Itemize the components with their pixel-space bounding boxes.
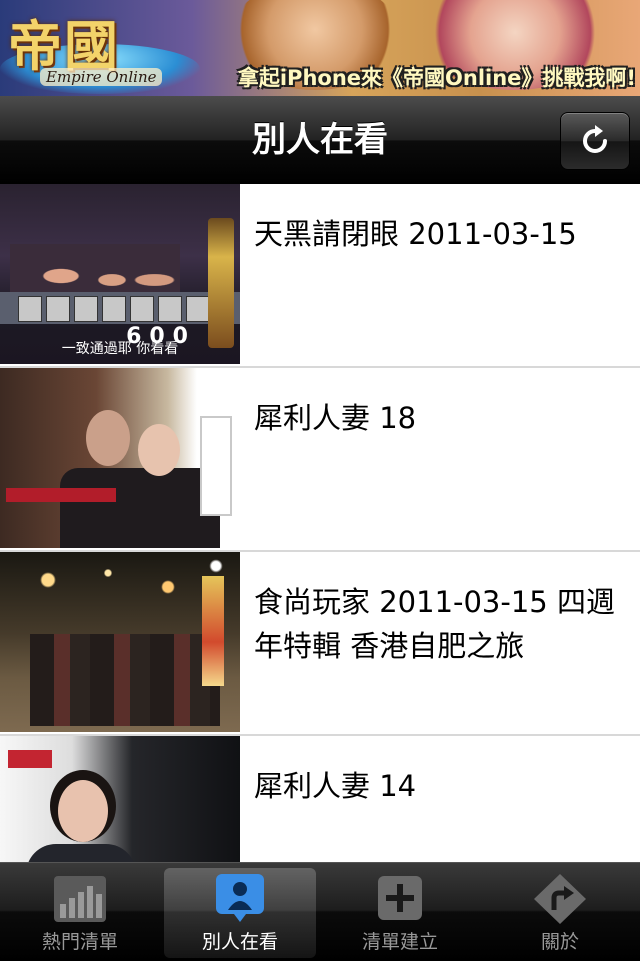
thumbnail-figure [26, 844, 136, 862]
ad-caption: 拿起iPhone來《帝國Online》挑戰我啊! [237, 66, 636, 90]
thumbnail-badge [208, 218, 234, 348]
thumbnail-figure [30, 634, 220, 726]
plus-icon [378, 876, 422, 920]
thumbnail-figure [60, 468, 220, 548]
list-item-title: 食尚玩家 2011-03-15 四週年特輯 香港自肥之旅 [254, 585, 615, 663]
tab-label: 熱門清單 [41, 931, 118, 953]
ad-logo-subtitle: Empire Online [40, 68, 163, 86]
list-item[interactable]: 犀利人妻 18 [0, 368, 640, 552]
person-icon [216, 874, 264, 922]
tab-bar: 熱門清單 別人在看 清單建立 關於 [0, 862, 640, 961]
list-item-title: 犀利人妻 14 [254, 769, 417, 803]
list-item[interactable]: 犀利人妻 14 [0, 736, 640, 862]
list-item[interactable]: 600 一致通過耶 你看看 天黑請閉眼 2011-03-15 [0, 184, 640, 368]
tab-label: 關於 [540, 931, 579, 953]
list-item[interactable]: 食尚玩家 2011-03-15 四週年特輯 香港自肥之旅 [0, 552, 640, 736]
tab-others-watching[interactable]: 別人在看 [164, 868, 316, 958]
video-thumbnail [0, 552, 240, 732]
turn-arrow-icon [534, 874, 586, 924]
refresh-icon [583, 125, 607, 153]
thumbnail-figure [86, 410, 130, 466]
tab-label: 別人在看 [201, 931, 278, 953]
list-item-title: 天黑請閉眼 2011-03-15 [254, 217, 577, 251]
video-list: 600 一致通過耶 你看看 天黑請閉眼 2011-03-15 犀利人妻 18 食… [0, 184, 640, 862]
thumbnail-figure [58, 780, 108, 842]
video-thumbnail [0, 368, 240, 548]
thumbnail-bar [0, 292, 240, 324]
tab-create-list[interactable]: 清單建立 [324, 868, 476, 958]
thumbnail-badge [202, 576, 224, 686]
tab-about[interactable]: 關於 [484, 868, 636, 958]
bar-chart-icon [54, 876, 106, 922]
video-thumbnail: 600 一致通過耶 你看看 [0, 184, 240, 364]
thumbnail-logo [8, 750, 52, 768]
page-title: 別人在看 [252, 120, 388, 160]
thumbnail-figure [138, 424, 180, 476]
video-thumbnail [0, 736, 240, 862]
thumbnail-subtitle: 一致通過耶 你看看 [61, 341, 179, 357]
tab-hot-list[interactable]: 熱門清單 [4, 868, 156, 958]
tab-label: 清單建立 [361, 931, 438, 953]
ad-logo: 帝國 Empire Online [6, 2, 196, 94]
thumbnail-side-panel [200, 416, 232, 516]
navigation-bar: 別人在看 [0, 96, 640, 185]
refresh-button[interactable] [560, 112, 630, 170]
ad-banner[interactable]: 帝國 Empire Online 拿起iPhone來《帝國Online》挑戰我啊… [0, 0, 640, 96]
list-item-title: 犀利人妻 18 [254, 401, 417, 435]
thumbnail-caption-bar [6, 488, 116, 502]
